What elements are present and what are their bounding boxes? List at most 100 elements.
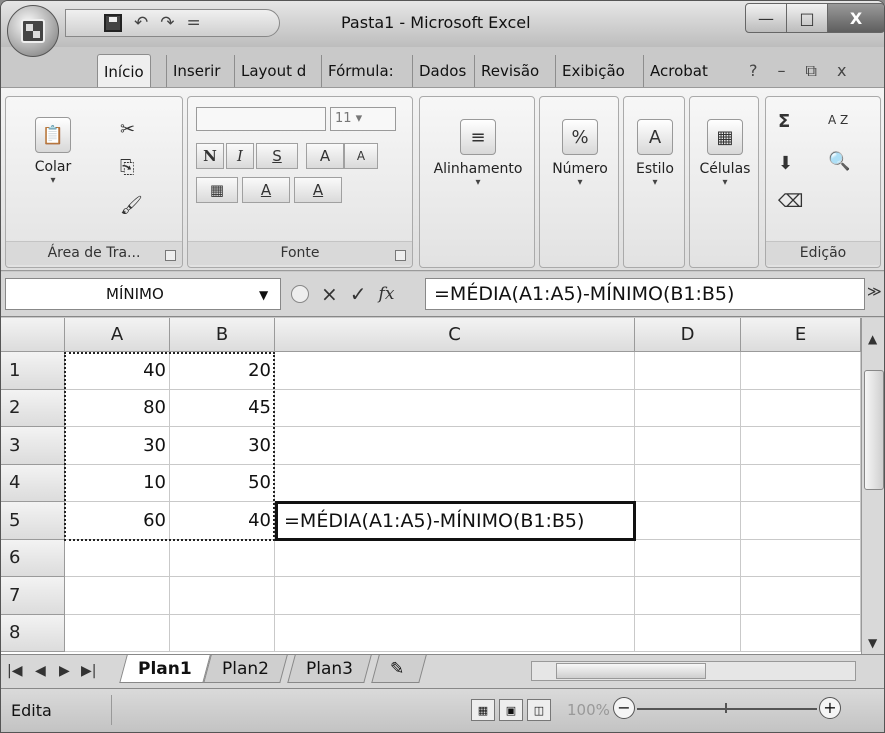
insert-sheet-button[interactable]: ✎: [371, 655, 427, 683]
name-box[interactable]: MÍNIMO: [5, 278, 281, 310]
italic-button[interactable]: I: [226, 143, 254, 169]
cut-icon[interactable]: ✂: [120, 119, 135, 140]
close-workbook-icon[interactable]: x: [837, 61, 846, 81]
column-header-e[interactable]: E: [741, 318, 861, 352]
cell-c8[interactable]: [275, 614, 635, 652]
tab-acrobat[interactable]: Acrobat: [643, 55, 714, 87]
cell-c7[interactable]: [275, 577, 635, 615]
sheet-tab-plan1[interactable]: Plan1: [119, 655, 211, 683]
sort-icon[interactable]: A Z: [828, 113, 848, 127]
cell-d5[interactable]: [635, 502, 741, 540]
zoom-out-button[interactable]: −: [613, 697, 635, 719]
cell-d2[interactable]: [635, 389, 741, 427]
cell-e1[interactable]: [741, 352, 861, 390]
cell-b2[interactable]: 45: [170, 389, 275, 427]
format-painter-icon[interactable]: 🖌: [120, 195, 143, 216]
cell-d8[interactable]: [635, 614, 741, 652]
redo-icon[interactable]: ↷: [160, 13, 174, 33]
cell-b5[interactable]: 40: [170, 502, 275, 540]
alignment-group[interactable]: ≡ Alinhamento ▾: [419, 96, 535, 268]
cell-e4[interactable]: [741, 464, 861, 502]
prev-sheet-icon[interactable]: ◀: [35, 663, 46, 679]
normal-view-button[interactable]: ▦: [471, 699, 495, 721]
customize-qat-icon[interactable]: =: [187, 13, 201, 33]
expand-formula-icon[interactable]: ≫: [867, 284, 882, 300]
minimize-workbook-icon[interactable]: –: [778, 61, 786, 81]
cell-c2[interactable]: [275, 389, 635, 427]
sheet-tab-plan3[interactable]: Plan3: [287, 655, 372, 683]
tab-dados[interactable]: Dados: [412, 55, 472, 87]
row-header-5[interactable]: 5: [1, 502, 65, 540]
zoom-level[interactable]: 100%: [567, 701, 610, 719]
tab-layout[interactable]: Layout d: [234, 55, 312, 87]
zoom-slider[interactable]: [637, 708, 817, 710]
paste-button[interactable]: 📋 Colar ▾: [18, 117, 88, 186]
tab-inserir[interactable]: Inserir: [166, 55, 226, 87]
cell-e8[interactable]: [741, 614, 861, 652]
borders-button[interactable]: ▦: [196, 177, 238, 203]
enter-icon[interactable]: ✓: [350, 282, 367, 306]
active-cell-c5[interactable]: =MÉDIA(A1:A5)-MÍNIMO(B1:B5): [275, 501, 636, 541]
shrink-font-button[interactable]: A: [344, 143, 378, 169]
close-button[interactable]: X: [827, 3, 884, 33]
row-header-1[interactable]: 1: [1, 352, 65, 390]
cell-b4[interactable]: 50: [170, 464, 275, 502]
scroll-up-icon[interactable]: ▲: [868, 332, 877, 346]
cell-d1[interactable]: [635, 352, 741, 390]
cell-a5[interactable]: 60: [65, 502, 170, 540]
cell-b8[interactable]: [170, 614, 275, 652]
cell-c4[interactable]: [275, 464, 635, 502]
column-header-c[interactable]: C: [275, 318, 635, 352]
tab-exibicao[interactable]: Exibição: [555, 55, 631, 87]
undo-icon[interactable]: ↶: [134, 13, 148, 33]
style-group[interactable]: A Estilo ▾: [623, 96, 685, 268]
cell-e6[interactable]: [741, 539, 861, 577]
dialog-launcher-icon[interactable]: [165, 250, 176, 261]
save-icon[interactable]: [104, 14, 122, 32]
tab-inicio[interactable]: Início: [97, 54, 151, 88]
cell-d6[interactable]: [635, 539, 741, 577]
cell-a6[interactable]: [65, 539, 170, 577]
number-group[interactable]: % Número ▾: [539, 96, 619, 268]
cell-c3[interactable]: [275, 427, 635, 465]
cancel-icon[interactable]: ×: [321, 282, 338, 306]
bold-button[interactable]: N: [196, 143, 224, 169]
cell-a7[interactable]: [65, 577, 170, 615]
number-button[interactable]: % Número ▾: [544, 119, 616, 188]
cell-d4[interactable]: [635, 464, 741, 502]
scroll-thumb[interactable]: [864, 370, 884, 490]
cell-b7[interactable]: [170, 577, 275, 615]
scroll-down-icon[interactable]: ▼: [868, 636, 877, 650]
row-header-8[interactable]: 8: [1, 614, 65, 652]
cell-a1[interactable]: 40: [65, 352, 170, 390]
dialog-launcher-icon[interactable]: [395, 250, 406, 261]
copy-icon[interactable]: ⎘: [120, 157, 134, 178]
cell-e7[interactable]: [741, 577, 861, 615]
autosum-icon[interactable]: Σ: [778, 111, 790, 132]
fill-color-button[interactable]: A: [242, 177, 290, 203]
zoom-slider-handle[interactable]: [725, 703, 727, 713]
style-button[interactable]: A Estilo ▾: [628, 119, 682, 188]
insert-function-icon[interactable]: fx: [379, 284, 395, 304]
column-header-b[interactable]: B: [170, 318, 275, 352]
cell-b3[interactable]: 30: [170, 427, 275, 465]
chevron-down-icon[interactable]: ▼: [259, 288, 268, 302]
horizontal-scrollbar[interactable]: [531, 661, 856, 681]
next-sheet-icon[interactable]: ▶: [59, 663, 70, 679]
formula-input[interactable]: =MÉDIA(A1:A5)-MÍNIMO(B1:B5): [425, 278, 865, 310]
cell-a4[interactable]: 10: [65, 464, 170, 502]
cell-d7[interactable]: [635, 577, 741, 615]
cell-a8[interactable]: [65, 614, 170, 652]
row-header-3[interactable]: 3: [1, 427, 65, 465]
zoom-in-button[interactable]: +: [819, 697, 841, 719]
cell-b6[interactable]: [170, 539, 275, 577]
vertical-scrollbar[interactable]: ▲ ▼: [861, 318, 884, 654]
row-header-2[interactable]: 2: [1, 389, 65, 427]
tab-revisao[interactable]: Revisão: [474, 55, 545, 87]
font-name-input[interactable]: [196, 107, 326, 131]
cell-e5[interactable]: [741, 502, 861, 540]
font-size-input[interactable]: 11 ▾: [330, 107, 396, 131]
help-icon[interactable]: ?: [749, 61, 758, 81]
cells-group[interactable]: ▦ Células ▾: [689, 96, 759, 268]
font-color-button[interactable]: A: [294, 177, 342, 203]
